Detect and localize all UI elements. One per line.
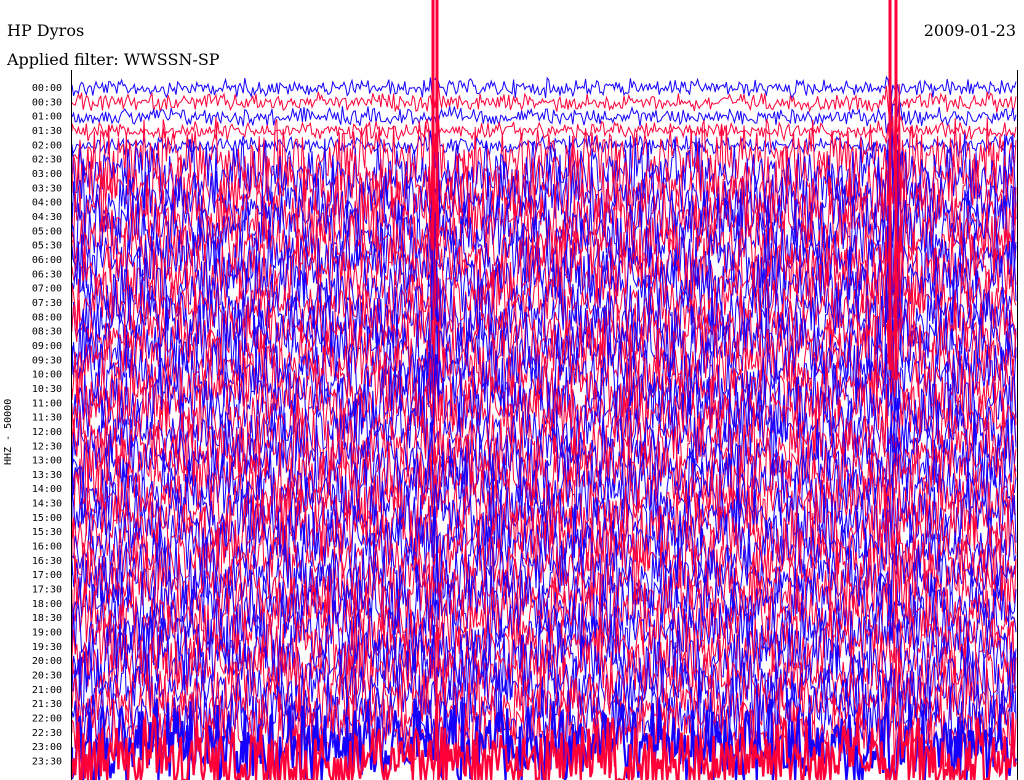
time-label: 23:30 bbox=[32, 757, 62, 768]
time-label: 10:30 bbox=[32, 384, 62, 395]
time-label: 15:30 bbox=[32, 527, 62, 538]
time-label: 13:30 bbox=[32, 470, 62, 481]
time-label: 07:30 bbox=[32, 298, 62, 309]
time-label: 16:30 bbox=[32, 556, 62, 567]
time-label: 19:00 bbox=[32, 628, 62, 639]
time-label: 06:00 bbox=[32, 255, 62, 266]
time-label: 23:00 bbox=[32, 742, 62, 753]
time-label: 08:30 bbox=[32, 327, 62, 338]
time-label: 20:30 bbox=[32, 671, 62, 682]
time-label: 14:30 bbox=[32, 499, 62, 510]
time-label: 20:00 bbox=[32, 656, 62, 667]
time-label: 21:00 bbox=[32, 685, 62, 696]
time-label: 06:30 bbox=[32, 269, 62, 280]
time-label: 04:00 bbox=[32, 198, 62, 209]
time-label: 16:00 bbox=[32, 542, 62, 553]
time-label: 03:00 bbox=[32, 169, 62, 180]
trace-row bbox=[71, 72, 1017, 101]
time-label: 21:30 bbox=[32, 699, 62, 710]
time-label: 04:30 bbox=[32, 212, 62, 223]
time-label: 11:30 bbox=[32, 413, 62, 424]
time-label: 17:00 bbox=[32, 570, 62, 581]
time-label: 09:00 bbox=[32, 341, 62, 352]
time-label: 18:00 bbox=[32, 599, 62, 610]
trace-lines bbox=[70, 0, 1018, 780]
time-label: 13:00 bbox=[32, 456, 62, 467]
time-label: 02:30 bbox=[32, 155, 62, 166]
time-label: 08:00 bbox=[32, 312, 62, 323]
time-label: 18:30 bbox=[32, 613, 62, 624]
time-labels: 00:00 00:30 01:00 01:30 02:00 02:30 03:00 03:30… bbox=[32, 83, 62, 768]
time-label: 22:00 bbox=[32, 714, 62, 725]
time-label: 22:30 bbox=[32, 728, 62, 739]
helicorder-plot: 00:00 00:30 01:00 01:30 02:00 02:30 03:00 03:30… bbox=[32, 0, 1018, 780]
time-label: 11:00 bbox=[32, 398, 62, 409]
time-label: 05:00 bbox=[32, 226, 62, 237]
trace-row bbox=[71, 97, 1017, 134]
time-label: 19:30 bbox=[32, 642, 62, 653]
time-label: 03:30 bbox=[32, 183, 62, 194]
time-label: 14:00 bbox=[32, 484, 62, 495]
time-label: 12:00 bbox=[32, 427, 62, 438]
time-label: 02:00 bbox=[32, 140, 62, 151]
time-label: 12:30 bbox=[32, 441, 62, 452]
time-label: 09:30 bbox=[32, 355, 62, 366]
time-label: 01:00 bbox=[32, 112, 62, 123]
time-label: 10:00 bbox=[32, 370, 62, 381]
time-label: 05:30 bbox=[32, 241, 62, 252]
time-label: 15:00 bbox=[32, 513, 62, 524]
time-label: 07:00 bbox=[32, 284, 62, 295]
time-label: 00:30 bbox=[32, 97, 62, 108]
time-label: 17:30 bbox=[32, 585, 62, 596]
time-label: 01:30 bbox=[32, 126, 62, 137]
time-label: 00:00 bbox=[32, 83, 62, 94]
